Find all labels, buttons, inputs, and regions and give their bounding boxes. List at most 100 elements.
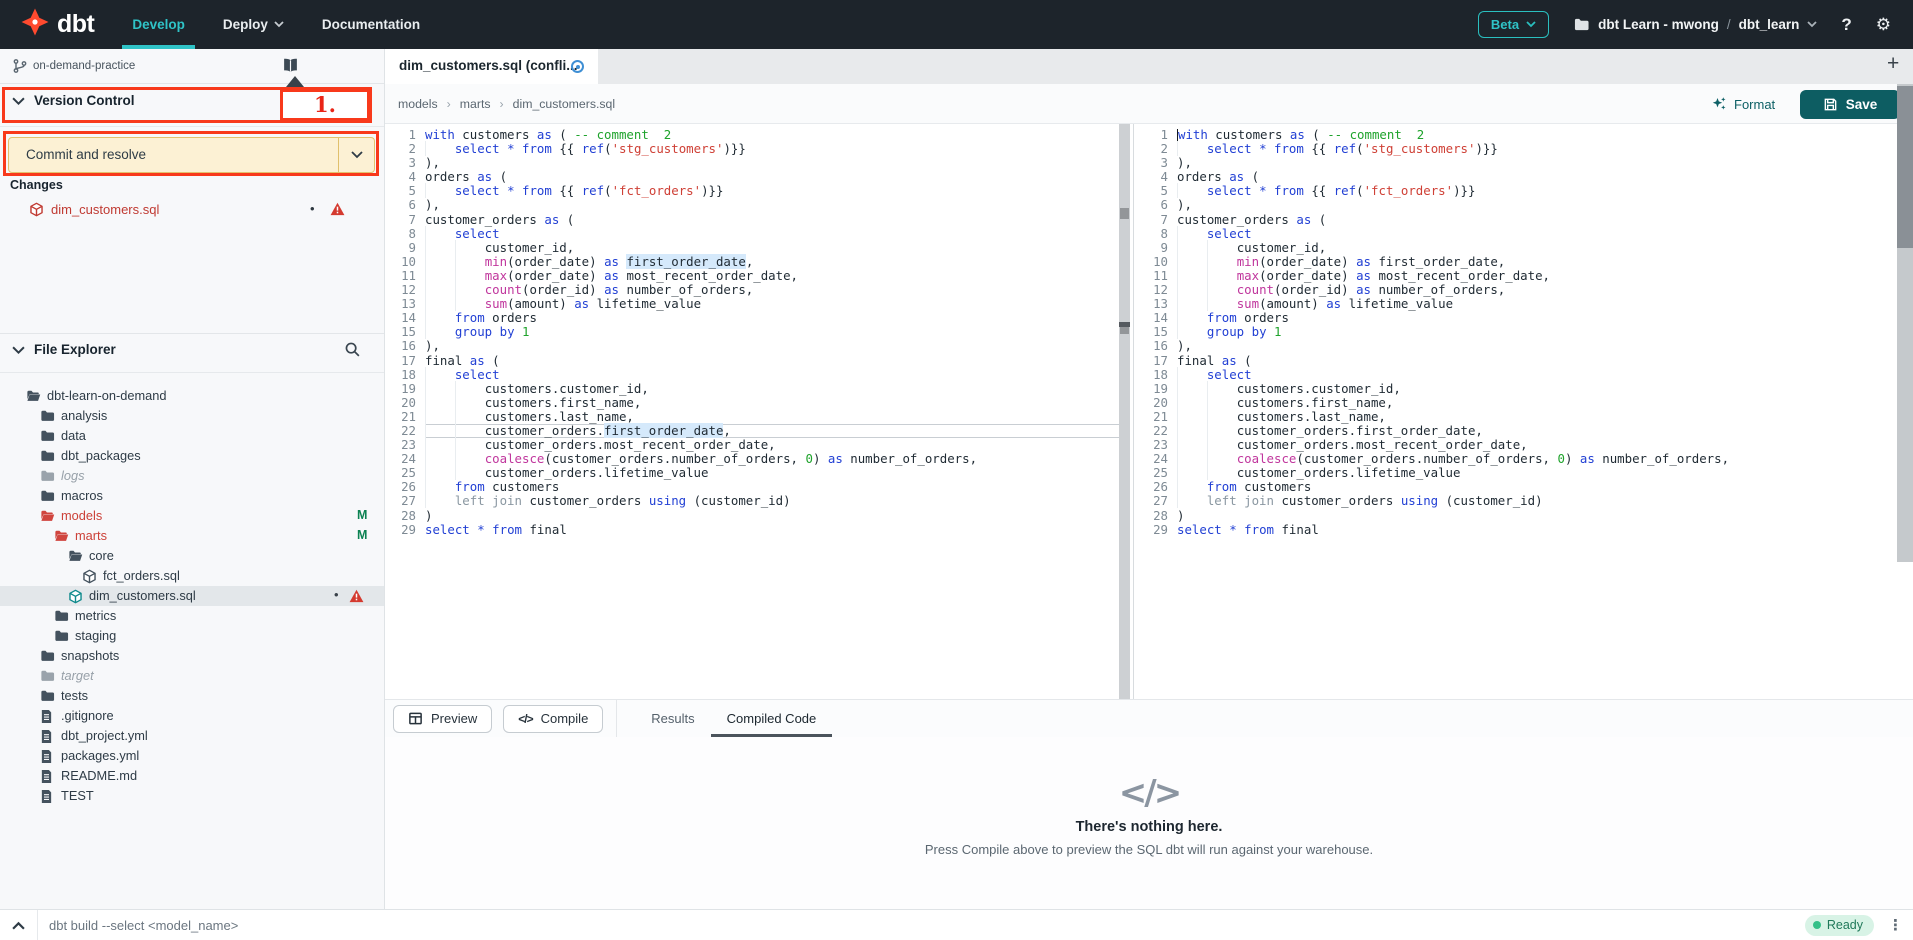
- code-line[interactable]: 11 max(order_date) as most_recent_order_…: [1137, 269, 1890, 283]
- nav-item-deploy[interactable]: Deploy: [223, 0, 284, 49]
- code-line[interactable]: 13 sum(amount) as lifetime_value: [1137, 297, 1890, 311]
- editor-tab[interactable]: dim_customers.sql (confli...: [385, 49, 598, 84]
- code-line[interactable]: 17final as (: [385, 354, 1119, 368]
- tree-item-macros[interactable]: macros: [0, 486, 384, 506]
- panel-tab-results[interactable]: Results: [635, 700, 710, 737]
- tree-item-snapshots[interactable]: snapshots: [0, 646, 384, 666]
- code-line[interactable]: 24 coalesce(customer_orders.number_of_or…: [385, 452, 1119, 466]
- chevron-down-icon[interactable]: [12, 346, 25, 355]
- tree-item-core[interactable]: core: [0, 546, 384, 566]
- code-line[interactable]: 12 count(order_id) as number_of_orders,: [385, 283, 1119, 297]
- code-line[interactable]: 1with customers as ( -- comment 2: [385, 128, 1119, 142]
- editor-scrollbar-right[interactable]: [1897, 84, 1913, 562]
- compile-button[interactable]: </> Compile: [503, 705, 603, 733]
- code-line[interactable]: 26 from customers: [1137, 480, 1890, 494]
- editor-scrollbar[interactable]: [1119, 124, 1130, 699]
- breadcrumb-item[interactable]: models: [398, 97, 438, 111]
- code-line[interactable]: 22 customer_orders.first_order_date,: [1137, 424, 1890, 438]
- code-line[interactable]: 15 group by 1: [385, 325, 1119, 339]
- code-line[interactable]: 3),: [1137, 156, 1890, 170]
- code-line[interactable]: 17final as (: [1137, 354, 1890, 368]
- code-line[interactable]: 27 left join customer_orders using (cust…: [385, 494, 1119, 508]
- scrollbar-thumb[interactable]: [1897, 86, 1913, 248]
- nav-item-documentation[interactable]: Documentation: [322, 0, 420, 49]
- code-line[interactable]: 20 customers.first_name,: [1137, 396, 1890, 410]
- code-line[interactable]: 23 customer_orders.most_recent_order_dat…: [1137, 438, 1890, 452]
- scrollbar-handle[interactable]: [1120, 327, 1129, 334]
- code-line[interactable]: 23 customer_orders.most_recent_order_dat…: [385, 438, 1119, 452]
- help-icon[interactable]: ?: [1841, 15, 1851, 35]
- code-line[interactable]: 1with customers as ( -- comment 2: [1137, 128, 1890, 142]
- change-row[interactable]: dim_customers.sql•: [0, 199, 384, 221]
- command-input[interactable]: [38, 918, 1805, 933]
- code-line[interactable]: 19 customers.customer_id,: [1137, 382, 1890, 396]
- save-button[interactable]: Save: [1800, 90, 1900, 119]
- kebab-menu-icon[interactable]: ⋮: [1888, 916, 1903, 934]
- preview-button[interactable]: Preview: [393, 705, 492, 733]
- code-line[interactable]: 21 customers.last_name,: [1137, 410, 1890, 424]
- code-line[interactable]: 15 group by 1: [1137, 325, 1890, 339]
- code-line[interactable]: 16),: [385, 339, 1119, 353]
- format-button[interactable]: Format: [1711, 92, 1775, 116]
- tree-item--gitignore[interactable]: .gitignore: [0, 706, 384, 726]
- code-line[interactable]: 8 select: [1137, 227, 1890, 241]
- beta-button[interactable]: Beta: [1478, 11, 1549, 38]
- code-line[interactable]: 14 from orders: [1137, 311, 1890, 325]
- code-line[interactable]: 28): [385, 509, 1119, 523]
- tree-item-target[interactable]: target: [0, 666, 384, 686]
- tree-item-dbt-project-yml[interactable]: dbt_project.yml: [0, 726, 384, 746]
- code-line[interactable]: 26 from customers: [385, 480, 1119, 494]
- tree-item-models[interactable]: modelsM: [0, 506, 384, 526]
- search-icon[interactable]: [344, 341, 361, 363]
- tree-item-marts[interactable]: martsM: [0, 526, 384, 546]
- code-line[interactable]: 13 sum(amount) as lifetime_value: [385, 297, 1119, 311]
- tree-item-tests[interactable]: tests: [0, 686, 384, 706]
- code-line[interactable]: 18 select: [385, 368, 1119, 382]
- code-line[interactable]: 22 customer_orders.first_order_date,: [385, 424, 1119, 438]
- code-line[interactable]: 19 customers.customer_id,: [385, 382, 1119, 396]
- code-line[interactable]: 3),: [385, 156, 1119, 170]
- branch-row[interactable]: on-demand-practice: [0, 49, 384, 84]
- new-tab-button[interactable]: +: [1887, 52, 1899, 76]
- tree-item-analysis[interactable]: analysis: [0, 406, 384, 426]
- code-line[interactable]: 9 customer_id,: [1137, 241, 1890, 255]
- code-line[interactable]: 10 min(order_date) as first_order_date,: [385, 255, 1119, 269]
- code-line[interactable]: 6),: [1137, 198, 1890, 212]
- tree-item-test[interactable]: TEST: [0, 786, 384, 806]
- tree-item-staging[interactable]: staging: [0, 626, 384, 646]
- code-line[interactable]: 18 select: [1137, 368, 1890, 382]
- tree-item-fct-orders-sql[interactable]: fct_orders.sql: [0, 566, 384, 586]
- tree-item-dim-customers-sql[interactable]: dim_customers.sql•: [0, 586, 384, 606]
- code-line[interactable]: 7customer_orders as (: [1137, 213, 1890, 227]
- code-line[interactable]: 5 select * from {{ ref('fct_orders')}}: [385, 184, 1119, 198]
- tree-item-data[interactable]: data: [0, 426, 384, 446]
- code-line[interactable]: 2 select * from {{ ref('stg_customers')}…: [1137, 142, 1890, 156]
- dbt-logo[interactable]: dbt: [20, 7, 94, 42]
- code-line[interactable]: 21 customers.last_name,: [385, 410, 1119, 424]
- code-editor-pane-remote[interactable]: 1with customers as ( -- comment 22 selec…: [1137, 124, 1890, 537]
- code-line[interactable]: 11 max(order_date) as most_recent_order_…: [385, 269, 1119, 283]
- code-line[interactable]: 10 min(order_date) as first_order_date,: [1137, 255, 1890, 269]
- code-line[interactable]: 5 select * from {{ ref('fct_orders')}}: [1137, 184, 1890, 198]
- nav-item-develop[interactable]: Develop: [132, 0, 185, 49]
- code-line[interactable]: 29select * from final: [1137, 523, 1890, 537]
- tree-item-readme-md[interactable]: README.md: [0, 766, 384, 786]
- panel-tab-compiled-code[interactable]: Compiled Code: [711, 700, 833, 737]
- tree-item-dbt-learn-on-demand[interactable]: dbt-learn-on-demand: [0, 386, 384, 406]
- scrollbar-handle[interactable]: [1120, 208, 1129, 219]
- code-line[interactable]: 27 left join customer_orders using (cust…: [1137, 494, 1890, 508]
- breadcrumb-item[interactable]: dim_customers.sql: [513, 97, 616, 111]
- code-line[interactable]: 24 coalesce(customer_orders.number_of_or…: [1137, 452, 1890, 466]
- code-line[interactable]: 29select * from final: [385, 523, 1119, 537]
- tree-item-packages-yml[interactable]: packages.yml: [0, 746, 384, 766]
- code-line[interactable]: 4orders as (: [385, 170, 1119, 184]
- code-line[interactable]: 4orders as (: [1137, 170, 1890, 184]
- tree-item-metrics[interactable]: metrics: [0, 606, 384, 626]
- code-line[interactable]: 7customer_orders as (: [385, 213, 1119, 227]
- tree-item-dbt-packages[interactable]: dbt_packages: [0, 446, 384, 466]
- code-line[interactable]: 6),: [385, 198, 1119, 212]
- code-line[interactable]: 20 customers.first_name,: [385, 396, 1119, 410]
- code-line[interactable]: 8 select: [385, 227, 1119, 241]
- code-line[interactable]: 14 from orders: [385, 311, 1119, 325]
- commit-and-resolve-button[interactable]: Commit and resolve: [8, 137, 375, 173]
